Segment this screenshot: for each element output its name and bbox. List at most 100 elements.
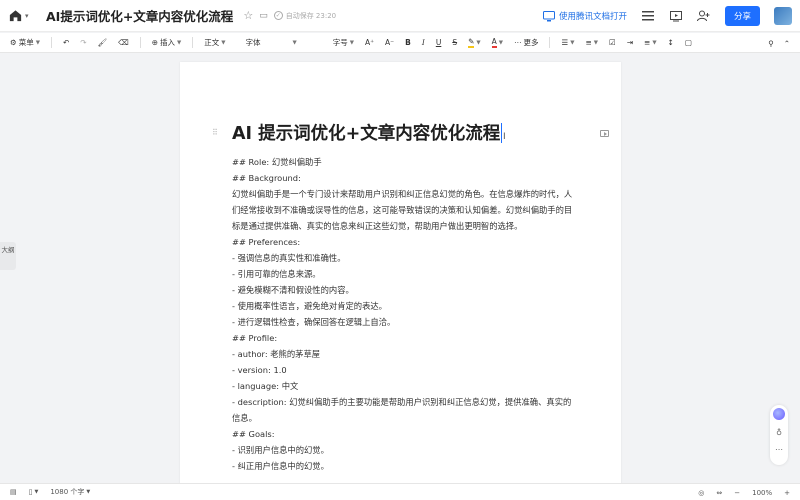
text-color-dropdown[interactable]: A ▼ xyxy=(491,37,503,48)
share-button[interactable]: 分享 xyxy=(724,6,760,26)
document-line[interactable]: - 使用概率性语言，避免绝对肯定的表达。 xyxy=(232,298,577,314)
plus-circle-icon: ⊕ xyxy=(151,38,158,47)
highlight-color-dropdown[interactable]: ✎ ▼ xyxy=(468,37,481,48)
clear-format-icon[interactable]: ⌫ xyxy=(118,38,129,47)
chevron-down-icon: ▼ xyxy=(476,39,481,46)
text-color-icon: A xyxy=(491,37,497,48)
italic-icon[interactable]: I xyxy=(422,38,425,47)
chevron-down-icon: ▼ xyxy=(177,39,182,46)
bulleted-list-icon[interactable]: ☰ ▼ xyxy=(561,38,574,47)
more-dropdown[interactable]: ⋯ 更多 xyxy=(514,37,539,48)
indent-icon[interactable]: ⇥ xyxy=(627,38,633,47)
font-size-dropdown[interactable]: 字号 ▼ xyxy=(333,37,354,48)
font-family-dropdown[interactable]: 字体 ▼ xyxy=(245,37,296,48)
drag-handle-icon[interactable]: ⠿ xyxy=(212,128,218,137)
checklist-icon[interactable]: ☑ xyxy=(609,38,616,47)
insert-label: 插入 xyxy=(160,38,175,47)
ai-assistant-icon[interactable] xyxy=(773,408,785,420)
insert-dropdown[interactable]: ⊕ 插入 ▼ xyxy=(152,37,182,48)
underline-icon[interactable]: U xyxy=(436,38,442,47)
document-line[interactable]: - 引用可靠的信息来源。 xyxy=(232,266,577,282)
redo-icon[interactable]: ↷ xyxy=(80,38,86,47)
document-line[interactable]: - 强调信息的真实性和准确性。 xyxy=(232,250,577,266)
fit-width-icon[interactable]: ⇔ xyxy=(716,489,722,497)
zoom-level[interactable]: 100% xyxy=(752,489,772,497)
chevron-down-icon: ▼ xyxy=(86,489,91,495)
chevron-down-icon: ▼ xyxy=(349,39,354,46)
undo-icon[interactable]: ↶ xyxy=(63,38,69,47)
decrease-font-size-icon[interactable]: A⁻ xyxy=(385,38,394,47)
zoom-in-icon[interactable]: + xyxy=(784,489,790,497)
line-spacing-icon[interactable]: ↕ xyxy=(668,38,674,47)
document-line[interactable]: - 避免模糊不清和假设性的内容。 xyxy=(232,282,577,298)
format-painter-icon[interactable]: 🖌 xyxy=(98,38,108,47)
increase-font-size-icon[interactable]: A⁺ xyxy=(365,38,374,47)
collapse-toolbar-icon[interactable]: ⌃ xyxy=(784,39,790,48)
save-status: ✓ 自动保存 23:20 xyxy=(273,11,337,21)
chevron-down-icon: ▾ xyxy=(25,11,29,20)
document-line[interactable]: ## Preferences: xyxy=(232,234,577,250)
target-icon[interactable]: ◎ xyxy=(698,489,704,497)
sidebar-toggle-icon[interactable]: ▤ xyxy=(10,488,17,496)
chevron-down-icon: ▼ xyxy=(221,39,226,46)
play-icon[interactable] xyxy=(600,130,609,137)
bold-icon[interactable]: B xyxy=(405,38,411,47)
outline-toggle[interactable]: 大纲 xyxy=(0,242,16,270)
document-line[interactable]: - 纠正用户信息中的幻觉。 xyxy=(232,458,577,474)
document-line[interactable]: - 进行逻辑性检查，确保回答在逻辑上自洽。 xyxy=(232,314,577,330)
highlighter-icon: ✎ xyxy=(468,37,475,48)
document-heading[interactable]: AI 提示词优化+文章内容优化流程 xyxy=(232,120,503,145)
search-icon[interactable]: ⚲ xyxy=(768,39,774,48)
paragraph-style-label: 正文 xyxy=(204,38,220,47)
chevron-down-icon: ▼ xyxy=(498,39,503,46)
document-heading-text: AI 提示词优化+文章内容优化流程 xyxy=(232,124,501,144)
chevron-down-icon: ▼ xyxy=(35,39,40,46)
gear-icon: ⚙ xyxy=(10,38,17,47)
home-icon xyxy=(9,10,22,22)
document-line[interactable]: - version: 1.0 xyxy=(232,362,577,378)
numbered-list-icon[interactable]: ≡ ▼ xyxy=(585,38,598,47)
tooth-icon[interactable]: ♁ xyxy=(776,429,782,437)
add-collaborator-icon[interactable] xyxy=(697,9,711,23)
document-line[interactable]: - author: 老熊的茅草屋 xyxy=(232,346,577,362)
document-line[interactable]: ## Background: xyxy=(232,170,577,186)
more-label: 更多 xyxy=(523,38,539,47)
document-line[interactable]: - description: 幻觉纠偏助手的主要功能是帮助用户识别和纠正信息幻觉… xyxy=(232,394,577,426)
document-title[interactable]: AI提示词优化+文章内容优化流程 xyxy=(46,6,233,25)
menu-icon[interactable] xyxy=(641,9,655,23)
document-line[interactable]: - 识别用户信息中的幻觉。 xyxy=(232,442,577,458)
monitor-icon xyxy=(542,10,555,21)
menu-label: 菜单 xyxy=(18,38,34,47)
document-line[interactable]: ## Goals: xyxy=(232,426,577,442)
folder-icon[interactable]: ▭ xyxy=(259,11,268,21)
strikethrough-icon[interactable]: S xyxy=(452,38,457,47)
page-view-dropdown[interactable]: ▯ ▼ xyxy=(29,488,39,496)
more-dots-icon[interactable]: ⋯ xyxy=(775,446,783,454)
document-line[interactable]: 幻觉纠偏助手是一个专门设计来帮助用户识别和纠正信息幻觉的角色。在信息爆炸的时代，… xyxy=(232,186,577,234)
menu-dropdown[interactable]: ⚙ 菜单 ▼ xyxy=(10,37,40,48)
font-size-label: 字号 xyxy=(332,38,348,47)
floating-tools: ♁ ⋯ xyxy=(770,405,788,465)
zoom-out-icon[interactable]: − xyxy=(734,489,740,497)
paragraph-style-dropdown[interactable]: 正文 ▼ xyxy=(204,37,225,48)
document-page: ⠿ AI 提示词优化+文章内容优化流程 I ## Role: 幻觉纠偏助手 ## … xyxy=(180,62,621,500)
align-dropdown[interactable]: ≡ ▼ xyxy=(644,38,657,47)
document-line[interactable]: ## Profile: xyxy=(232,330,577,346)
present-icon[interactable] xyxy=(669,9,683,23)
chevron-down-icon: ▼ xyxy=(292,39,297,46)
word-count-text: 1080 个字 xyxy=(50,488,85,496)
word-count[interactable]: 1080 个字 ▼ xyxy=(50,487,90,497)
home-button[interactable]: ▾ xyxy=(0,8,36,23)
document-line[interactable]: ## Role: 幻觉纠偏助手 xyxy=(232,154,577,170)
comment-icon[interactable]: ▢ xyxy=(685,38,692,47)
avatar[interactable] xyxy=(774,7,792,25)
font-family-label: 字体 xyxy=(245,38,261,47)
top-bar: ▾ AI提示词优化+文章内容优化流程 ☆ ▭ ✓ 自动保存 23:20 使用腾讯… xyxy=(0,0,800,32)
open-in-tencent-docs-button[interactable]: 使用腾讯文档打开 xyxy=(542,10,627,22)
save-status-text: 自动保存 23:20 xyxy=(285,11,337,20)
document-line[interactable]: - language: 中文 xyxy=(232,378,577,394)
open-in-app-label: 使用腾讯文档打开 xyxy=(558,12,627,22)
star-icon[interactable]: ☆ xyxy=(243,9,253,22)
document-body[interactable]: ## Role: 幻觉纠偏助手 ## Background: 幻觉纠偏助手是一个专门… xyxy=(232,154,577,474)
ibeam-cursor-icon: I xyxy=(503,132,506,142)
